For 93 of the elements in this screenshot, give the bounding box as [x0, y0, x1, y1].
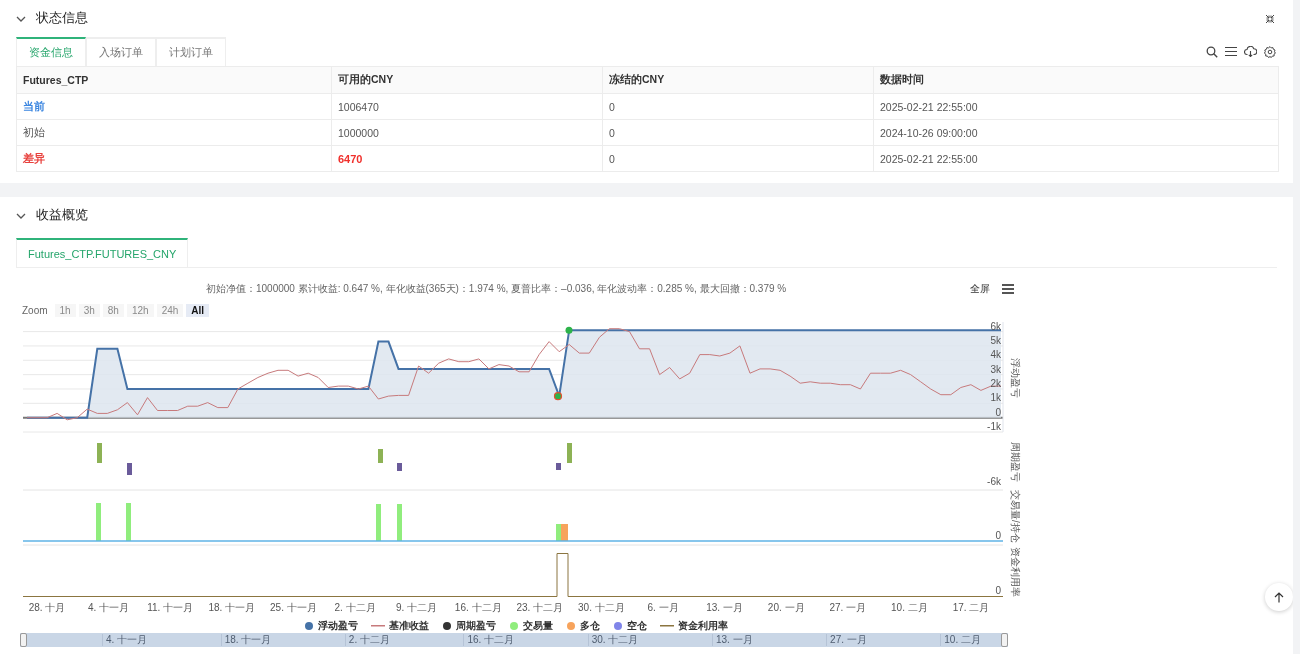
tab[interactable]: Futures_CTP.FUTURES_CNY [16, 238, 189, 267]
collapse-icon[interactable] [1265, 13, 1275, 24]
legend-label[interactable]: 资金利用率 [678, 618, 728, 633]
table-cell: 当前 [16, 93, 332, 120]
search-icon[interactable] [1206, 45, 1218, 58]
date-label: 13. 一月 [706, 602, 743, 613]
navigator-label: 27. 一月 [826, 634, 867, 646]
axis-tick-label: 0 [995, 530, 1001, 541]
tab[interactable]: 资金信息 [16, 37, 86, 66]
column-header: 冻结的CNY [602, 66, 874, 94]
legend-label[interactable]: 交易量 [523, 618, 553, 633]
axis-tick-label: 5k [990, 334, 1001, 346]
zoom-button[interactable]: All [186, 304, 210, 317]
arrow-up-icon [1274, 591, 1284, 603]
legend-label[interactable]: 浮动盈亏 [318, 618, 358, 633]
axis-tick-label: 1k [990, 392, 1001, 404]
chevron-down-icon[interactable] [16, 212, 26, 219]
date-label: 20. 一月 [767, 602, 805, 613]
table-cell: 1006470 [331, 93, 603, 120]
zoom-button[interactable]: 1h [54, 304, 76, 317]
axis-title: 交易量/持仓 [1010, 490, 1021, 543]
table-cell: 2024-10-26 09:00:00 [873, 119, 1279, 146]
legend-label[interactable]: 空仓 [627, 618, 647, 633]
axis-tick-label: 0 [995, 406, 1001, 418]
zoom-button[interactable]: 24h [156, 304, 184, 317]
date-label: 30. 十二月 [578, 602, 625, 613]
navigator-label: 10. 二月 [940, 634, 981, 646]
date-label: 9. 十二月 [396, 602, 438, 613]
date-label: 17. 二月 [952, 602, 990, 613]
axis-tick-label: 2k [990, 377, 1001, 389]
date-label: 6. 一月 [647, 602, 679, 613]
table-cell: 2025-02-21 22:55:00 [873, 93, 1279, 120]
navigator-handle[interactable] [1001, 633, 1008, 647]
date-label: 28. 十月 [28, 602, 66, 613]
axis-tick-label: 3k [990, 363, 1001, 375]
column-header: Futures_CTP [16, 66, 332, 94]
settings-icon[interactable] [1264, 45, 1276, 58]
date-label: 25. 十一月 [270, 602, 317, 613]
table-cell: 差异 [16, 145, 332, 172]
trade-marker [553, 392, 563, 401]
table-cell: 初始 [16, 119, 332, 146]
axis-tick-label: -1k [987, 421, 1001, 432]
navigator-label: 2. 十二月 [344, 634, 390, 646]
legend-label[interactable]: 基准收益 [389, 618, 429, 633]
scroll-top-button[interactable] [1265, 583, 1293, 611]
fullscreen-button[interactable]: 全屏 [970, 282, 990, 296]
date-label: 4. 十一月 [88, 602, 130, 613]
date-label: 18. 十一月 [208, 602, 256, 613]
axis-tick-label: -6k [987, 476, 1001, 487]
axis-tick-label: 0 [995, 585, 1001, 596]
date-label: 11. 十一月 [147, 602, 194, 613]
table-cell: 0 [602, 145, 874, 172]
legend-label[interactable]: 周期盈亏 [456, 618, 496, 633]
date-label: 27. 一月 [829, 602, 867, 613]
navigator-label: 4. 十一月 [102, 634, 148, 646]
chevron-down-icon[interactable] [16, 15, 26, 22]
zoom-button[interactable]: 12h [126, 304, 154, 317]
date-label: 16. 十二月 [454, 602, 502, 613]
date-label: 2. 十二月 [334, 602, 376, 613]
legend-label[interactable]: 多仓 [580, 618, 600, 633]
tab[interactable]: 计划订单 [156, 37, 226, 66]
chart-title: 初始净值：1000000 累计收益: 0.647 %, 年化收益(365天)：1.974 %, 夏普比率：–0.036, 年化波动率：0.285 %, 最大回撤：0.379 % [206, 282, 787, 296]
table-cell: 1000000 [331, 119, 603, 146]
navigator-bar[interactable]: 4. 十一月 18. 十一月 2. 十二月 16. 十二月 30. 十二月 13. 一月 27. 一月 10. 二月 [20, 633, 1008, 647]
axis-tick-label: 6k [990, 320, 1001, 332]
table-cell: 2025-02-21 22:55:00 [873, 145, 1279, 172]
table-cell: 6470 [331, 145, 603, 172]
navigator-handle[interactable] [20, 633, 27, 647]
column-header: 可用的CNY [331, 66, 603, 94]
list-icon[interactable] [1225, 46, 1237, 57]
table-cell: 0 [602, 119, 874, 146]
axis-title: 浮动盈亏 [1010, 357, 1021, 398]
axis-tick-label: 4k [990, 349, 1001, 361]
trade-marker [565, 326, 573, 334]
table-cell: 0 [602, 93, 874, 120]
column-header: 数据时间 [873, 66, 1279, 94]
navigator-label: 18. 十一月 [220, 634, 272, 646]
section-title: 收益概览 [36, 207, 88, 224]
section-title: 状态信息 [36, 10, 88, 27]
navigator-label: 16. 十二月 [463, 634, 515, 646]
legend-dot-icon [304, 620, 314, 631]
axis-title: 周期盈亏 [1010, 442, 1021, 482]
navigator-label: 30. 十二月 [587, 634, 639, 646]
axis-title: 资金利用率 [1010, 546, 1021, 597]
zoom-button[interactable]: 8h [102, 304, 124, 317]
zoom-label: Zoom [22, 305, 48, 316]
navigator-label: 13. 一月 [711, 634, 753, 646]
date-label: 23. 十二月 [516, 602, 564, 613]
cloud-download-icon[interactable] [1244, 46, 1257, 57]
tab[interactable]: 入场订单 [86, 37, 156, 66]
date-label: 10. 二月 [891, 602, 928, 613]
menu-icon[interactable] [1002, 284, 1014, 294]
zoom-button[interactable]: 3h [78, 304, 100, 317]
